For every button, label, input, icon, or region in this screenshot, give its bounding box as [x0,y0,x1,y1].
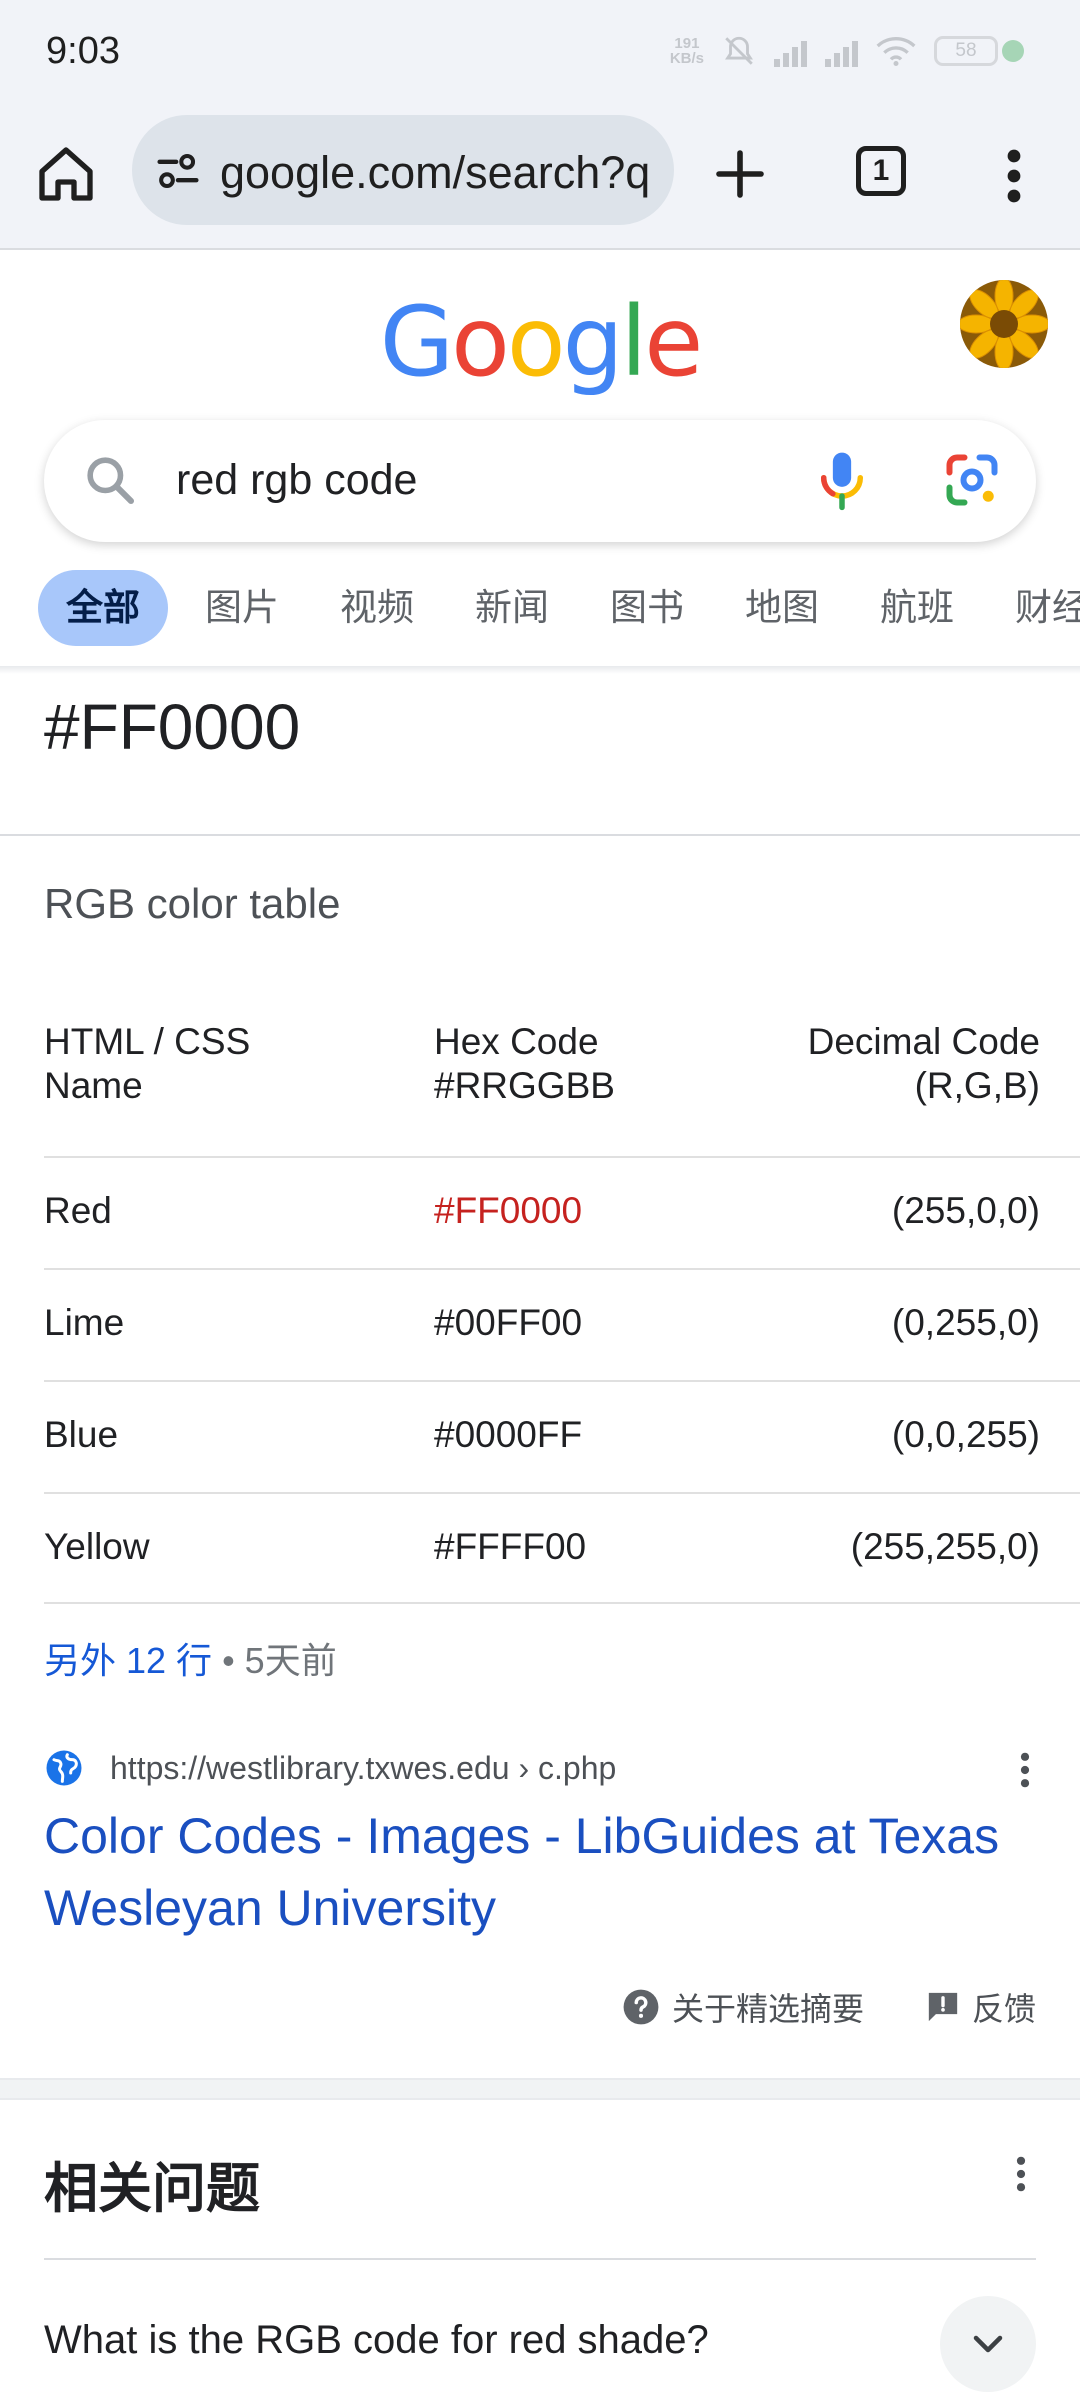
related-questions-more-icon[interactable] [1006,2152,1036,2196]
column-header-name-line1: HTML / CSS [44,1021,251,1062]
more-rows-link[interactable]: 另外 12 行 [44,1640,212,1681]
cell-hex: #00FF00 [434,1302,583,1343]
logo-letter: o [451,286,510,398]
more-vert-icon[interactable] [990,146,1038,206]
cell-name: Red [44,1190,112,1231]
tabs-shadow [0,666,1080,674]
source-url[interactable]: https://westlibrary.txwes.edu › c.php [110,1750,616,1787]
column-header-hex: Hex Code #RRGGBB [434,1020,734,1108]
feedback-icon [928,1992,958,2022]
status-icons: 191 KB/s 58 [670,34,1024,68]
network-speed: 191 KB/s [670,36,704,66]
status-bar: 9:03 191 KB/s 58 [0,0,1080,110]
column-header-name: HTML / CSS Name [44,1020,404,1108]
column-header-hex-line2: #RRGGBB [434,1065,615,1106]
search-box[interactable]: red rgb code [44,420,1036,542]
column-header-decimal-line1: Decimal Code [807,1021,1040,1062]
hd-signal-icon [825,35,858,67]
feedback-label: 反馈 [971,1991,1036,2027]
url-text[interactable]: google.com/search?q [220,147,666,199]
tab-maps[interactable]: 地图 [721,570,843,646]
hd-signal-icon [774,35,807,67]
home-icon[interactable] [34,142,98,206]
cell-hex: #0000FF [434,1414,583,1455]
search-tabs: 全部 图片 视频 新闻 图书 地图 航班 财经 [0,570,1080,646]
tab-images[interactable]: 图片 [181,570,303,646]
result-more-icon[interactable] [1010,1748,1040,1792]
mute-icon [725,36,753,65]
column-header-decimal: Decimal Code (R,G,B) [740,1020,1040,1108]
snippet-heading: #FF0000 [44,691,301,763]
column-header-decimal-line2: (R,G,B) [914,1065,1040,1106]
address-bar[interactable]: google.com/search?q [132,115,674,225]
expand-question-button[interactable] [940,2296,1036,2392]
logo-letter: e [644,286,703,398]
search-icon [87,457,135,505]
site-settings-icon[interactable] [156,149,200,193]
separator-dot: • [212,1640,245,1681]
tab-videos[interactable]: 视频 [316,570,438,646]
tab-flights[interactable]: 航班 [856,570,978,646]
tab-news[interactable]: 新闻 [451,570,573,646]
logo-letter: g [562,286,624,398]
charging-icon [1002,40,1024,62]
network-speed-unit: KB/s [669,50,704,67]
more-rows-line: 另外 12 行 • 5天前 [44,1632,337,1684]
table-header: HTML / CSS Name Hex Code #RRGGBB Decimal… [44,1020,1080,1156]
cell-decimal: (255,255,0) [850,1526,1040,1567]
logo-letter: G [379,286,454,398]
table-title: RGB color table [44,880,341,927]
tab-books[interactable]: 图书 [586,570,708,646]
chevron-down-icon [973,2335,1003,2353]
cell-decimal: (0,255,0) [891,1302,1040,1343]
column-header-hex-line1: Hex Code [434,1021,599,1062]
divider [0,834,1080,836]
about-snippet-label: 关于精选摘要 [671,1991,864,2027]
snippet-date: 5天前 [244,1640,337,1681]
cell-name: Blue [44,1414,119,1455]
table-row: Red #FF0000 (255,0,0) [44,1156,1080,1268]
status-time: 9:03 [46,30,120,72]
lens-icon[interactable] [942,450,1002,510]
result-title-link[interactable]: Color Codes - Images - LibGuides at Texa… [44,1800,1024,1944]
cell-name: Lime [44,1302,125,1343]
about-snippet-button[interactable]: 关于精选摘要 [622,1984,864,2030]
table-row: Yellow #FFFF00 (255,255,0) [44,1492,1080,1604]
google-logo[interactable]: Google [0,286,1080,398]
logo-letter: l [620,286,648,398]
new-tab-icon[interactable] [712,146,768,202]
battery-level: 58 [934,36,998,66]
divider [44,2258,1036,2260]
column-header-name-line2: Name [44,1065,143,1106]
cell-decimal: (0,0,255) [891,1414,1040,1455]
battery-icon: 58 [934,36,1024,66]
result-source[interactable]: https://westlibrary.txwes.edu › c.php [44,1746,1044,1790]
cell-hex-highlighted: #FF0000 [434,1190,583,1231]
tab-all[interactable]: 全部 [38,570,168,646]
tab-finance[interactable]: 财经 [991,570,1080,646]
related-question[interactable]: What is the RGB code for red shade? [44,2318,709,2363]
cell-name: Yellow [44,1526,150,1567]
search-input[interactable]: red rgb code [176,456,417,505]
table-row: Blue #0000FF (0,0,255) [44,1380,1080,1492]
mic-icon[interactable] [814,448,870,512]
section-separator [0,2078,1080,2100]
network-speed-value: 191 [674,35,700,52]
rgb-color-table: HTML / CSS Name Hex Code #RRGGBB Decimal… [44,1020,1080,1604]
wifi-icon [876,37,916,66]
logo-letter: o [506,286,566,398]
feedback-button[interactable]: 反馈 [926,1984,1036,2030]
sunflower-avatar-icon [960,280,1048,368]
cell-hex: #FFFF00 [434,1526,587,1567]
help-icon [623,1989,659,2025]
browser-toolbar: google.com/search?q 1 [0,110,1080,250]
table-row: Lime #00FF00 (0,255,0) [44,1268,1080,1380]
cell-decimal: (255,0,0) [891,1190,1040,1231]
tab-switcher-icon[interactable]: 1 [856,146,906,196]
globe-icon [46,1750,82,1786]
snippet-footer: 关于精选摘要 反馈 [622,1984,1036,2030]
related-questions-title: 相关问题 [44,2159,260,2219]
avatar[interactable] [960,280,1048,368]
